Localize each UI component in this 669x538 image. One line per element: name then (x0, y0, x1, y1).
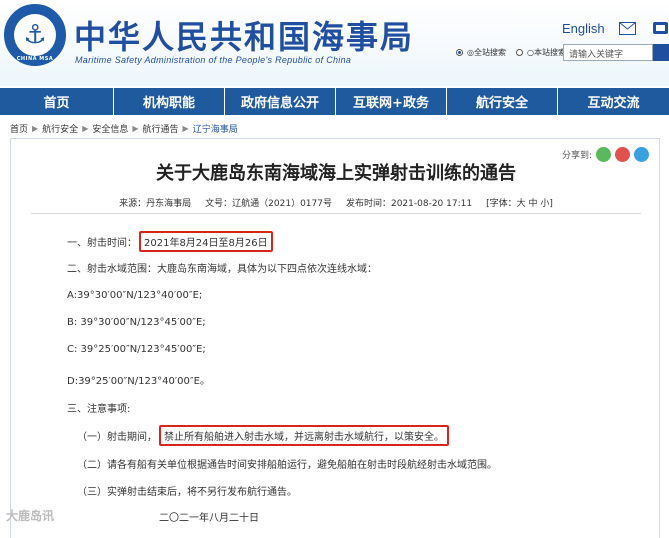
para-area: 二、射击水域范围：大鹿岛东南海域，具体为以下四点依次连线水域： (67, 264, 377, 275)
mail-icon[interactable] (619, 22, 636, 35)
para-notes: 三、注意事项: (67, 404, 131, 415)
crumb-separator-icon: ▶ (132, 123, 139, 133)
watermark: 大鹿岛讯 (6, 509, 55, 523)
nav-item-safety[interactable]: 航行安全 (447, 88, 557, 115)
crumb-liaoning[interactable]: 辽宁海事局 (193, 122, 238, 135)
nav-item-home[interactable]: 首页 (0, 88, 113, 115)
article-title: 关于大鹿岛东南海域海上实弹射击训练的通告 (156, 163, 516, 184)
radio-label-all: ◎全站搜索 (467, 48, 506, 57)
radio-label-local: ○本站搜索 (526, 48, 566, 57)
note-1-prefix: （一）射击期间， (77, 432, 157, 443)
mobile-icon[interactable] (652, 20, 669, 36)
radio-site-local[interactable] (515, 49, 523, 56)
note-3: （三）实弹射击结束后，将不另行发布航行通告。 (77, 487, 297, 498)
site-title: 中华人民共和国海事局 (74, 18, 415, 56)
crumb-separator-icon: ▶ (182, 123, 189, 133)
nav-item-org[interactable]: 机构职能 (114, 88, 224, 115)
meta-source: 来源：丹东海事局 (119, 199, 192, 209)
highlight-time: 2021年8月24日至8月26日 (139, 231, 273, 252)
point-c: C: 39°25′00″N/123°45′00″E; (67, 344, 206, 355)
msa-logo[interactable]: ⚓ CHINA MSA (4, 4, 66, 66)
main-nav: 首页 机构职能 政府信息公开 互联网+政务 航行安全 互动交流 (0, 88, 669, 115)
para-time-label: 一、射击时间： (67, 238, 137, 249)
logo-inner: ⚓ (14, 14, 56, 56)
search-input[interactable]: 请输入关键字 (563, 44, 653, 61)
nav-item-services[interactable]: 互联网+政务 (336, 88, 446, 115)
font-size-switch[interactable]: [字体：大 中 小] (486, 196, 553, 209)
meta-publish-time: 发布时间：2021-08-20 17:11 (345, 199, 473, 209)
nav-item-info[interactable]: 政府信息公开 (225, 88, 335, 115)
crumb-separator-icon: ▶ (32, 123, 39, 133)
para-time: 一、射击时间： 2021年8月24日至8月26日 (67, 231, 273, 252)
meta-doc-no: 文号：辽航通（2021）0177号 (205, 199, 332, 209)
crumb-safety-info[interactable]: 安全信息 (92, 122, 128, 135)
search-button[interactable] (653, 44, 669, 61)
nav-item-interact[interactable]: 互动交流 (558, 88, 669, 115)
point-b: B: 39°30′00″N/123°45′00″E; (67, 317, 206, 328)
radio-site-all[interactable] (456, 49, 463, 56)
search-scope: ◎全站搜索 ○本站搜索 (456, 47, 572, 58)
highlight-prohibition: 禁止所有船舶进入射击水域，并远离射击水域航行，以策安全。 (159, 425, 449, 446)
divider (31, 213, 641, 214)
article-meta: 来源：丹东海事局 文号：辽航通（2021）0177号 发布时间：2021-08-… (11, 196, 661, 209)
crumb-notice[interactable]: 航行通告 (143, 122, 179, 135)
site-subtitle: Maritime Safety Administration of the Pe… (75, 55, 352, 65)
article-panel: 分享到: 关于大鹿岛东南海域海上实弹射击训练的通告 来源：丹东海事局 文号：辽航… (10, 138, 660, 538)
point-a: A:39°30′00″N/123°40′00″E; (67, 290, 203, 301)
site-header: ⚓ CHINA MSA 中华人民共和国海事局 Maritime Safety A… (0, 0, 669, 86)
logo-text: CHINA MSA (16, 56, 54, 62)
breadcrumb: 首页 ▶ 航行安全 ▶ 安全信息 ▶ 航行通告 ▶ 辽宁海事局 (10, 120, 669, 136)
crumb-separator-icon: ▶ (82, 123, 89, 133)
note-2: （二）请各有船有关单位根据通告时间安排船舶运行，避免船舶在射击时段航经射击水域范… (77, 460, 497, 471)
article-date: 二〇二一年八月二十日 (159, 513, 259, 524)
anchor-icon: ⚓ (23, 20, 47, 50)
point-d: D:39°25′00″N/123°40′00″E。 (67, 376, 210, 387)
english-link[interactable]: English (562, 21, 605, 36)
note-1: （一）射击期间， 禁止所有船舶进入射击水域，并远离射击水域航行，以策安全。 (77, 425, 449, 446)
crumb-safety[interactable]: 航行安全 (42, 122, 78, 135)
crumb-home[interactable]: 首页 (10, 122, 28, 135)
